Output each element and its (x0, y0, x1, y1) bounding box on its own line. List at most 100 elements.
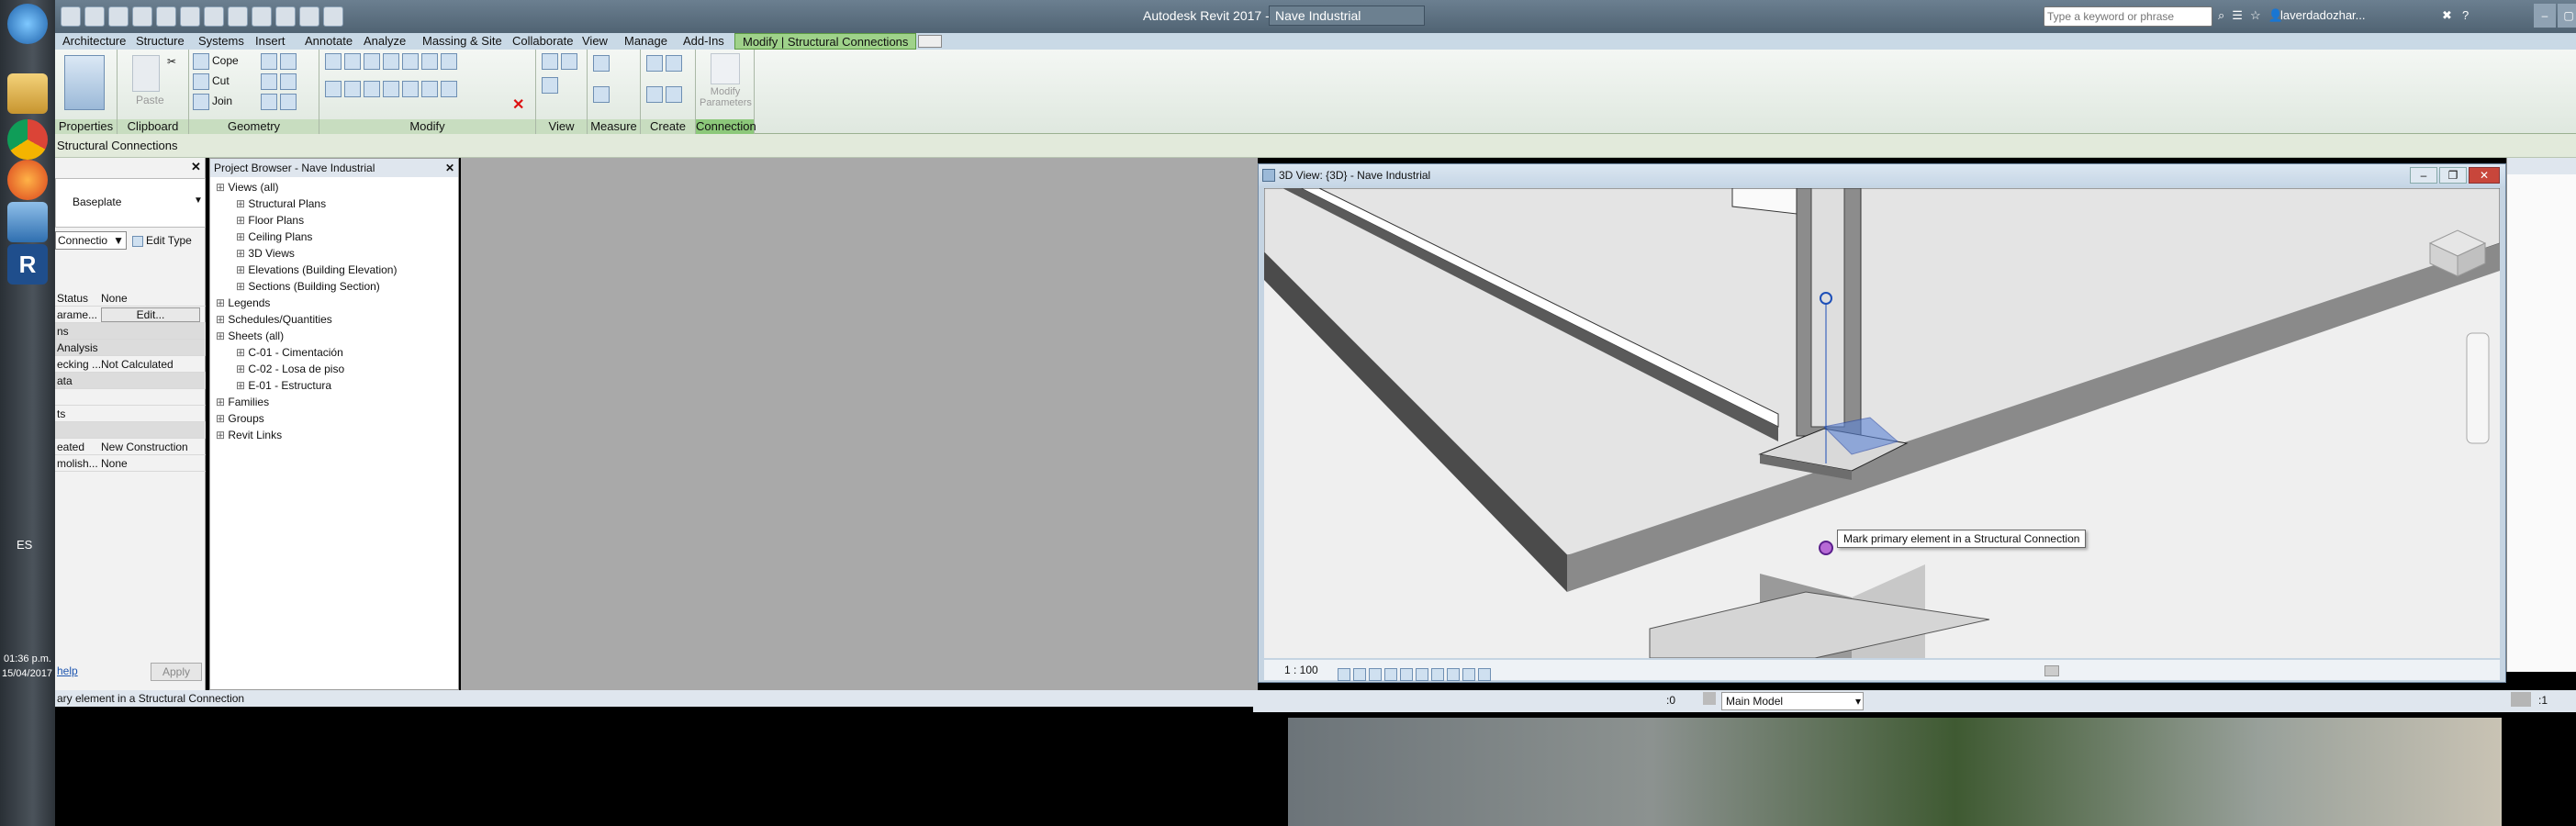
section-icon[interactable] (252, 6, 272, 27)
property-row[interactable]: arame... Edit... (55, 307, 206, 323)
save-icon[interactable] (84, 6, 105, 27)
array-icon[interactable] (402, 81, 419, 97)
firefox-icon[interactable] (7, 160, 48, 200)
expand-icon[interactable]: ⊞ (236, 346, 248, 359)
binoculars-icon[interactable]: ⌕ (2218, 8, 2224, 22)
expand-icon[interactable]: ⊞ (216, 313, 228, 326)
property-row[interactable]: eated New Construction (55, 439, 206, 455)
property-value[interactable]: Edit... (101, 307, 200, 322)
property-row[interactable]: molish... None (55, 455, 206, 472)
split-icon[interactable] (402, 53, 419, 70)
properties-close-icon[interactable]: ✕ (191, 160, 201, 174)
ribbon-tab[interactable]: Annotate (297, 33, 360, 50)
expand-icon[interactable]: ⊞ (236, 197, 248, 210)
ribbon-minimize-icon[interactable] (918, 35, 942, 48)
split-face-icon[interactable] (280, 53, 297, 70)
detail-level-icon[interactable] (1338, 667, 1350, 681)
expand-icon[interactable]: ⊞ (236, 363, 248, 375)
project-browser-close-icon[interactable]: ✕ (445, 159, 454, 177)
expand-icon[interactable]: ⊞ (236, 230, 248, 243)
reveal-hidden-icon[interactable] (1478, 667, 1491, 681)
thin-lines-icon[interactable] (275, 6, 296, 27)
mirror-draw-icon[interactable] (383, 53, 399, 70)
browser-item[interactable]: ⊞ C-01 - Cimentación (236, 346, 343, 359)
scale-icon[interactable] (421, 81, 438, 97)
view-restore-button[interactable]: ❐ (2439, 167, 2467, 184)
chrome-icon[interactable] (7, 119, 48, 160)
view-close-button[interactable]: ✕ (2469, 167, 2500, 184)
clock-time[interactable]: 01:36 p.m. (4, 653, 51, 664)
offset-icon[interactable] (344, 53, 361, 70)
unpin-icon[interactable] (441, 81, 457, 97)
expand-icon[interactable]: ⊞ (216, 181, 228, 194)
ribbon-tab[interactable]: Collaborate (505, 33, 581, 50)
ribbon-tab[interactable]: Massing & Site (415, 33, 510, 50)
dimension-icon[interactable] (593, 86, 610, 103)
expand-icon[interactable]: ⊞ (216, 329, 228, 342)
expand-icon[interactable]: ⊞ (216, 429, 228, 441)
browser-item[interactable]: ⊞ Groups (216, 412, 264, 425)
paste-button[interactable]: Paste (136, 94, 164, 106)
move-icon[interactable] (325, 81, 342, 97)
property-value[interactable]: New Construction (101, 439, 188, 455)
exchange-icon[interactable]: ✖ (2442, 8, 2452, 23)
close-hidden-icon[interactable] (299, 6, 319, 27)
property-row[interactable]: ata (55, 373, 206, 389)
3d-view-icon[interactable] (228, 6, 248, 27)
ribbon-tab[interactable]: Modify | Structural Connections (734, 33, 917, 50)
browser-item[interactable]: ⊞ Floor Plans (236, 214, 304, 227)
override-icon[interactable] (561, 53, 577, 70)
crop-view-icon[interactable] (1416, 667, 1428, 681)
ribbon-tab[interactable]: Manage (617, 33, 675, 50)
property-value[interactable]: None (101, 455, 128, 472)
apply-button[interactable]: Apply (151, 663, 202, 681)
create-parts-icon[interactable] (646, 86, 663, 103)
cut-button[interactable]: Cut (193, 73, 230, 90)
print-icon[interactable] (156, 6, 176, 27)
maximize-button[interactable]: ▢ (2558, 4, 2576, 28)
horizontal-scrollbar-thumb[interactable] (2044, 665, 2059, 676)
join-button[interactable]: Join (193, 94, 232, 110)
properties-help-link[interactable]: help (57, 664, 78, 677)
cut-clip-icon[interactable]: ✂ (167, 55, 176, 68)
pin-icon[interactable] (441, 53, 457, 70)
measure-icon[interactable] (180, 6, 200, 27)
redo-icon[interactable] (132, 6, 152, 27)
browser-item[interactable]: ⊞ Structural Plans (236, 197, 326, 210)
paste-icon[interactable] (132, 55, 160, 92)
view-scale[interactable]: 1 : 100 (1284, 660, 1318, 680)
ribbon-tab[interactable]: Architecture (55, 33, 133, 50)
property-row[interactable]: ns (55, 323, 206, 340)
ribbon-tab[interactable]: Add-Ins (676, 33, 732, 50)
property-row[interactable]: Status None (55, 290, 206, 307)
paint-icon[interactable] (261, 73, 277, 90)
beam-system-icon[interactable] (261, 94, 277, 110)
rotate-icon[interactable] (364, 81, 380, 97)
open-icon[interactable] (61, 6, 81, 27)
unjoin-icon[interactable] (280, 94, 297, 110)
browser-item[interactable]: ⊞ Sections (Building Section) (236, 280, 380, 293)
visual-style-icon[interactable] (1353, 667, 1366, 681)
browser-item[interactable]: ⊞ Ceiling Plans (236, 230, 312, 243)
shadows-icon[interactable] (1384, 667, 1397, 681)
expand-icon[interactable]: ⊞ (236, 247, 248, 260)
subscription-icon[interactable]: ☰ (2232, 8, 2243, 22)
expand-icon[interactable]: ⊞ (236, 280, 248, 293)
expand-icon[interactable]: ⊞ (236, 379, 248, 392)
create-assembly-icon[interactable] (666, 86, 682, 103)
ribbon-tab[interactable]: Systems (191, 33, 252, 50)
lock-view-icon[interactable] (1447, 667, 1460, 681)
clock-date[interactable]: 15/04/2017 (2, 668, 52, 679)
modify-parameters-button[interactable]: Modify Parameters (700, 86, 752, 108)
browser-item[interactable]: ⊞ Legends (216, 296, 270, 309)
instance-filter-dropdown[interactable]: Connectio ▼ (55, 231, 127, 250)
measure-distance-icon[interactable] (593, 55, 610, 72)
browser-item[interactable]: ⊞ C-02 - Losa de piso (236, 363, 344, 375)
property-row[interactable] (55, 389, 206, 406)
render-icon[interactable] (1400, 667, 1413, 681)
filter-icon[interactable] (2511, 692, 2531, 707)
ribbon-tab[interactable]: Insert (248, 33, 293, 50)
type-selector[interactable]: Baseplate ▼ (55, 178, 206, 228)
property-row[interactable] (55, 422, 206, 439)
sun-path-icon[interactable] (1369, 667, 1382, 681)
